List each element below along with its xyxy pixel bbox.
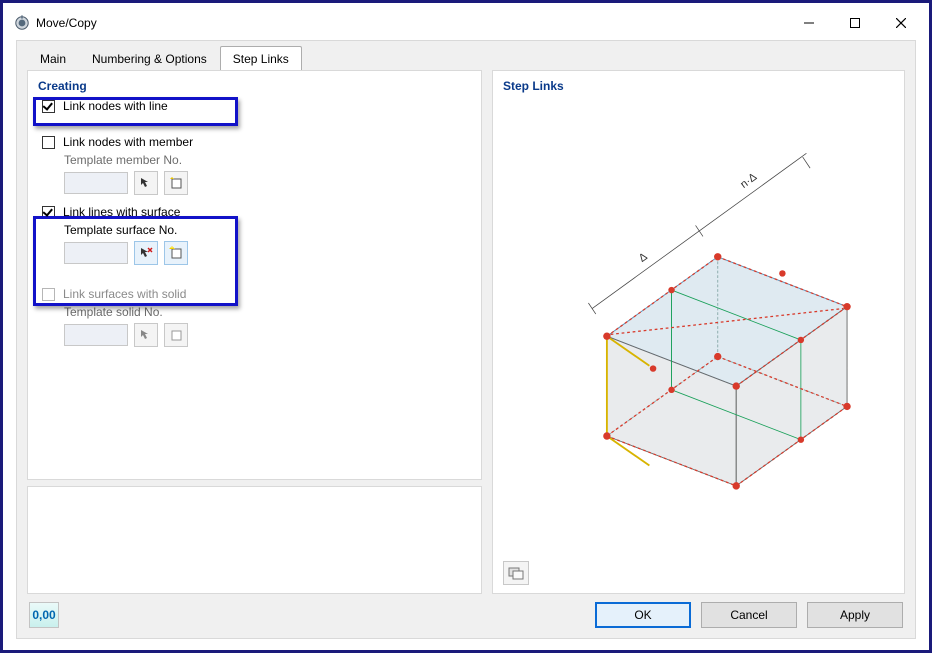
ok-label: OK bbox=[634, 608, 651, 622]
creating-panel: Creating Link nodes with line Link bbox=[27, 70, 482, 480]
pick-surface-button[interactable] bbox=[134, 241, 158, 265]
tab-step-links[interactable]: Step Links bbox=[220, 46, 302, 71]
template-solid-input bbox=[64, 324, 128, 346]
preview-tool-button[interactable] bbox=[503, 561, 529, 585]
window-title: Move/Copy bbox=[36, 16, 97, 30]
step-links-preview-panel: Step Links bbox=[492, 70, 905, 594]
tab-main[interactable]: Main bbox=[27, 46, 79, 71]
apply-button[interactable]: Apply bbox=[807, 602, 903, 628]
minimize-button[interactable] bbox=[786, 8, 832, 38]
pick-member-button[interactable] bbox=[134, 171, 158, 195]
new-member-button[interactable] bbox=[164, 171, 188, 195]
ok-button[interactable]: OK bbox=[595, 602, 691, 628]
cancel-button[interactable]: Cancel bbox=[701, 602, 797, 628]
cancel-label: Cancel bbox=[730, 608, 767, 622]
template-member-input[interactable] bbox=[64, 172, 128, 194]
template-surface-label: Template surface No. bbox=[64, 223, 471, 237]
template-surface-input[interactable] bbox=[64, 242, 128, 264]
tab-numbering-options[interactable]: Numbering & Options bbox=[79, 46, 220, 71]
tab-bar: Main Numbering & Options Step Links bbox=[27, 45, 905, 71]
pick-solid-button bbox=[134, 323, 158, 347]
new-surface-button[interactable] bbox=[164, 241, 188, 265]
svg-text:Δ: Δ bbox=[637, 250, 651, 264]
label-link-lines-surface: Link lines with surface bbox=[63, 205, 180, 219]
units-button-label: 0,00 bbox=[32, 608, 55, 622]
lower-left-panel bbox=[27, 486, 482, 594]
close-button[interactable] bbox=[878, 8, 924, 38]
template-member-label: Template member No. bbox=[64, 153, 471, 167]
units-button[interactable]: 0,00 bbox=[29, 602, 59, 628]
app-icon bbox=[14, 15, 30, 31]
svg-text:n·Δ: n·Δ bbox=[738, 171, 759, 191]
step-links-diagram: Δ n·Δ bbox=[533, 121, 884, 533]
maximize-button[interactable] bbox=[832, 8, 878, 38]
label-link-nodes-line: Link nodes with line bbox=[63, 99, 168, 113]
template-solid-label: Template solid No. bbox=[64, 305, 471, 319]
checkbox-link-lines-surface[interactable] bbox=[42, 206, 55, 219]
apply-label: Apply bbox=[840, 608, 870, 622]
creating-title: Creating bbox=[38, 79, 471, 93]
titlebar: Move/Copy bbox=[8, 8, 924, 38]
step-links-title: Step Links bbox=[503, 79, 894, 93]
new-solid-button bbox=[164, 323, 188, 347]
checkbox-link-nodes-member[interactable] bbox=[42, 136, 55, 149]
dialog-content: Main Numbering & Options Step Links Crea… bbox=[16, 40, 916, 639]
option-link-nodes-line[interactable]: Link nodes with line bbox=[42, 99, 471, 113]
checkbox-link-surfaces-solid bbox=[42, 288, 55, 301]
checkbox-link-nodes-line[interactable] bbox=[42, 100, 55, 113]
option-link-nodes-member[interactable]: Link nodes with member bbox=[42, 135, 471, 149]
option-link-surfaces-solid: Link surfaces with solid bbox=[42, 287, 471, 301]
dialog-footer: 0,00 OK Cancel Apply bbox=[27, 594, 905, 630]
label-link-surfaces-solid: Link surfaces with solid bbox=[63, 287, 186, 301]
dialog-window: Move/Copy Main Numbering & Options Step … bbox=[8, 8, 924, 645]
label-link-nodes-member: Link nodes with member bbox=[63, 135, 193, 149]
option-link-lines-surface[interactable]: Link lines with surface bbox=[42, 205, 471, 219]
